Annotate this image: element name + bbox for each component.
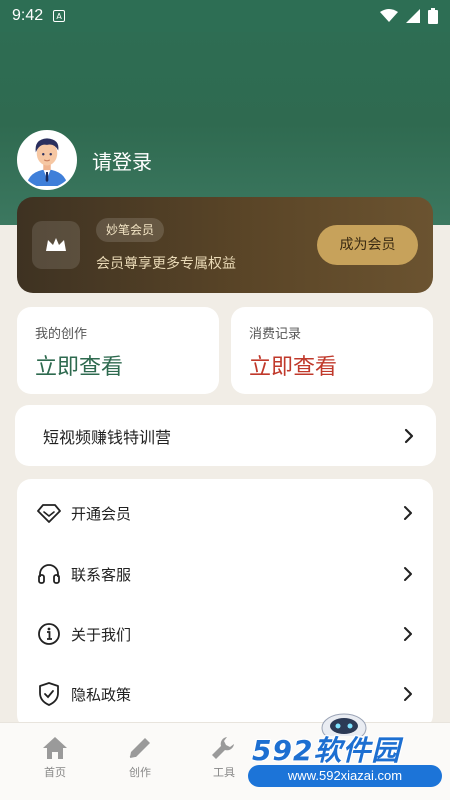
battery-icon (428, 8, 438, 24)
diamond-icon (37, 501, 61, 525)
menu-item-label: 隐私政策 (71, 685, 132, 704)
nav-home[interactable]: 首页 (25, 735, 85, 780)
vip-badge: 妙笔会员 (96, 218, 165, 242)
watermark-title: 592软件园 (252, 734, 401, 767)
chevron-right-icon (404, 687, 412, 701)
nav-label: 创作 (129, 766, 151, 779)
chevron-right-icon (404, 428, 414, 443)
stat-value[interactable]: 立即查看 (35, 349, 123, 381)
site-watermark: 592软件园 www.592xiazai.com (248, 727, 450, 800)
chevron-right-icon (404, 506, 412, 520)
stat-label: 消费记录 (249, 327, 302, 342)
menu-item-label: 关于我们 (71, 625, 132, 644)
my-creations-card[interactable]: 我的创作 立即查看 (17, 307, 219, 394)
stat-value[interactable]: 立即查看 (249, 349, 337, 381)
nav-create[interactable]: 创作 (110, 735, 170, 780)
wifi-icon (380, 9, 398, 22)
promo-banner[interactable]: 短视频赚钱特训营 (15, 405, 436, 466)
status-time: 9:42 (12, 7, 44, 24)
stat-label: 我的创作 (35, 327, 88, 342)
profile-section[interactable]: 请登录 (17, 130, 152, 190)
vip-description: 会员尊享更多专属权益 (96, 256, 236, 272)
notification-icon: A (53, 10, 66, 22)
nav-label: 工具 (213, 766, 235, 779)
chevron-right-icon (404, 627, 412, 641)
pencil-icon (129, 738, 150, 758)
status-bar: 9:42 A (0, 0, 450, 32)
login-prompt[interactable]: 请登录 (92, 146, 152, 175)
user-avatar-icon (19, 132, 75, 186)
consumption-records-card[interactable]: 消费记录 立即查看 (231, 307, 433, 394)
settings-menu: 开通会员 联系客服 关于我们 隐私政策 (17, 479, 433, 729)
watermark-url: www.592xiazai.com (248, 765, 442, 787)
menu-item-about-us[interactable]: 关于我们 (17, 604, 433, 664)
wrench-icon (212, 737, 234, 759)
chevron-right-icon (404, 567, 412, 581)
menu-item-label: 联系客服 (71, 565, 132, 584)
crown-icon (32, 221, 80, 269)
menu-item-customer-service[interactable]: 联系客服 (17, 544, 433, 604)
nav-label: 首页 (44, 766, 66, 779)
headset-icon (37, 562, 61, 586)
home-icon (43, 737, 67, 759)
nav-tools[interactable]: 工具 (194, 735, 254, 780)
avatar[interactable] (17, 130, 77, 190)
promo-text: 短视频赚钱特训营 (43, 427, 172, 447)
header-background (0, 0, 450, 225)
menu-item-label: 开通会员 (71, 504, 132, 523)
status-indicators (380, 8, 438, 24)
shield-icon (37, 682, 61, 706)
become-member-button[interactable]: 成为会员 (317, 225, 418, 265)
vip-card[interactable]: 妙笔会员 会员尊享更多专属权益 成为会员 (17, 197, 433, 293)
menu-item-open-vip[interactable]: 开通会员 (17, 483, 433, 543)
signal-icon (406, 9, 420, 23)
info-icon (37, 622, 61, 646)
